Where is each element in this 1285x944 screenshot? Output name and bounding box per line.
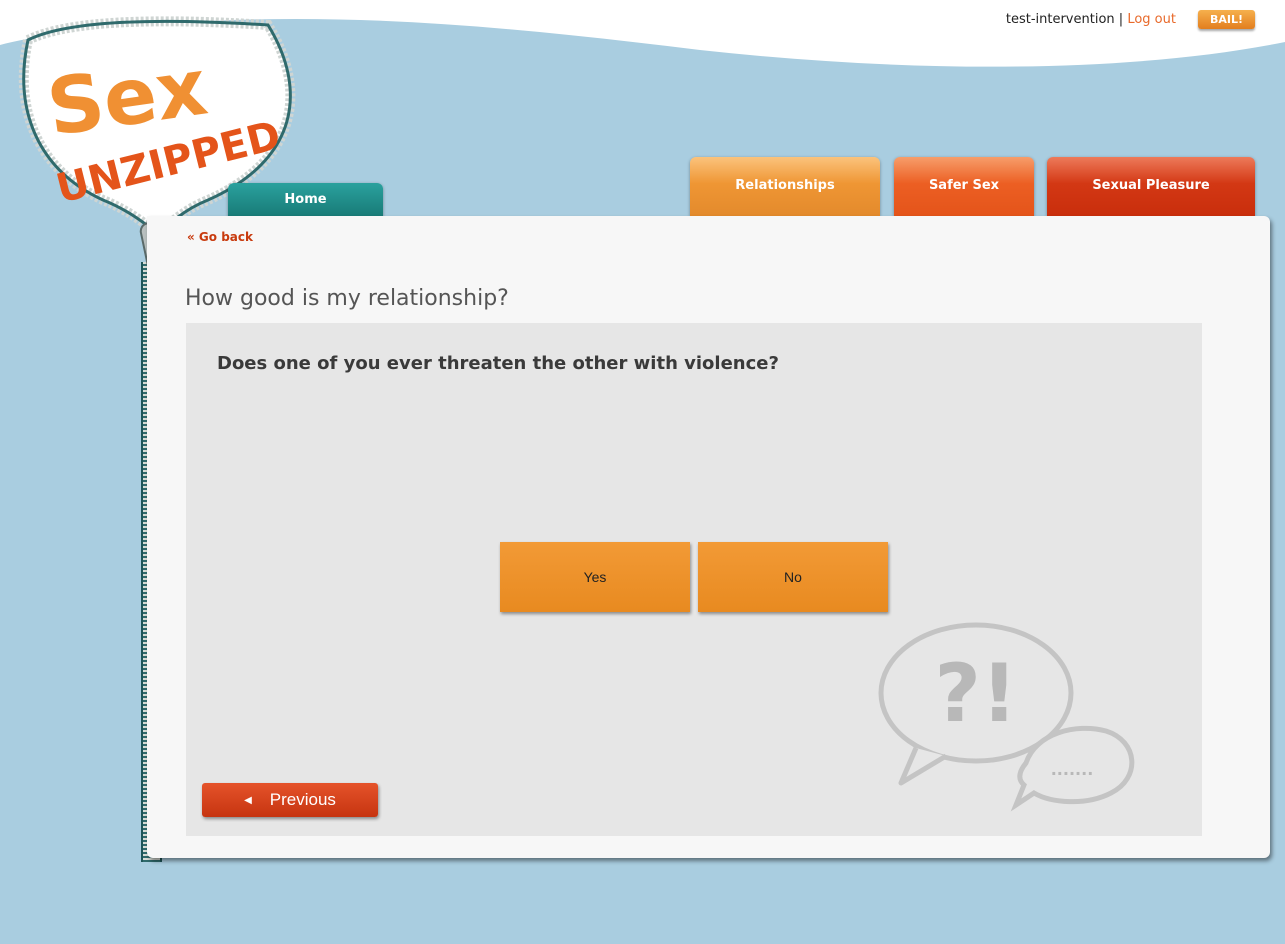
speech-bubble-icon: ?! ....... (878, 622, 1135, 812)
question-text: Does one of you ever threaten the other … (217, 353, 779, 374)
tab-home[interactable]: Home (228, 183, 383, 217)
previous-button[interactable]: ◀ Previous (202, 783, 378, 817)
no-button[interactable]: No (698, 542, 888, 612)
go-back-link[interactable]: « Go back (187, 230, 253, 244)
triangle-left-icon: ◀ (244, 794, 252, 806)
tab-relationships[interactable]: Relationships (690, 157, 880, 216)
logout-link[interactable]: Log out (1127, 12, 1176, 27)
content-panel: « Go back How good is my relationship? D… (147, 216, 1270, 858)
bubble-dots: ....... (1051, 760, 1094, 779)
user-bar: test-intervention | Log out BAIL! (1006, 10, 1255, 29)
tab-safer-sex[interactable]: Safer Sex (894, 157, 1034, 216)
user-line: test-intervention | Log out (1006, 12, 1176, 27)
page-title: How good is my relationship? (185, 286, 509, 311)
bubble-marks: ?! (935, 647, 1018, 740)
bail-button[interactable]: BAIL! (1197, 10, 1255, 29)
username: test-intervention (1005, 12, 1115, 27)
tab-sexual-pleasure[interactable]: Sexual Pleasure (1047, 157, 1255, 216)
yes-button[interactable]: Yes (500, 542, 690, 612)
previous-label: Previous (269, 790, 336, 809)
user-separator: | (1118, 12, 1124, 27)
question-box: Does one of you ever threaten the other … (186, 323, 1202, 836)
